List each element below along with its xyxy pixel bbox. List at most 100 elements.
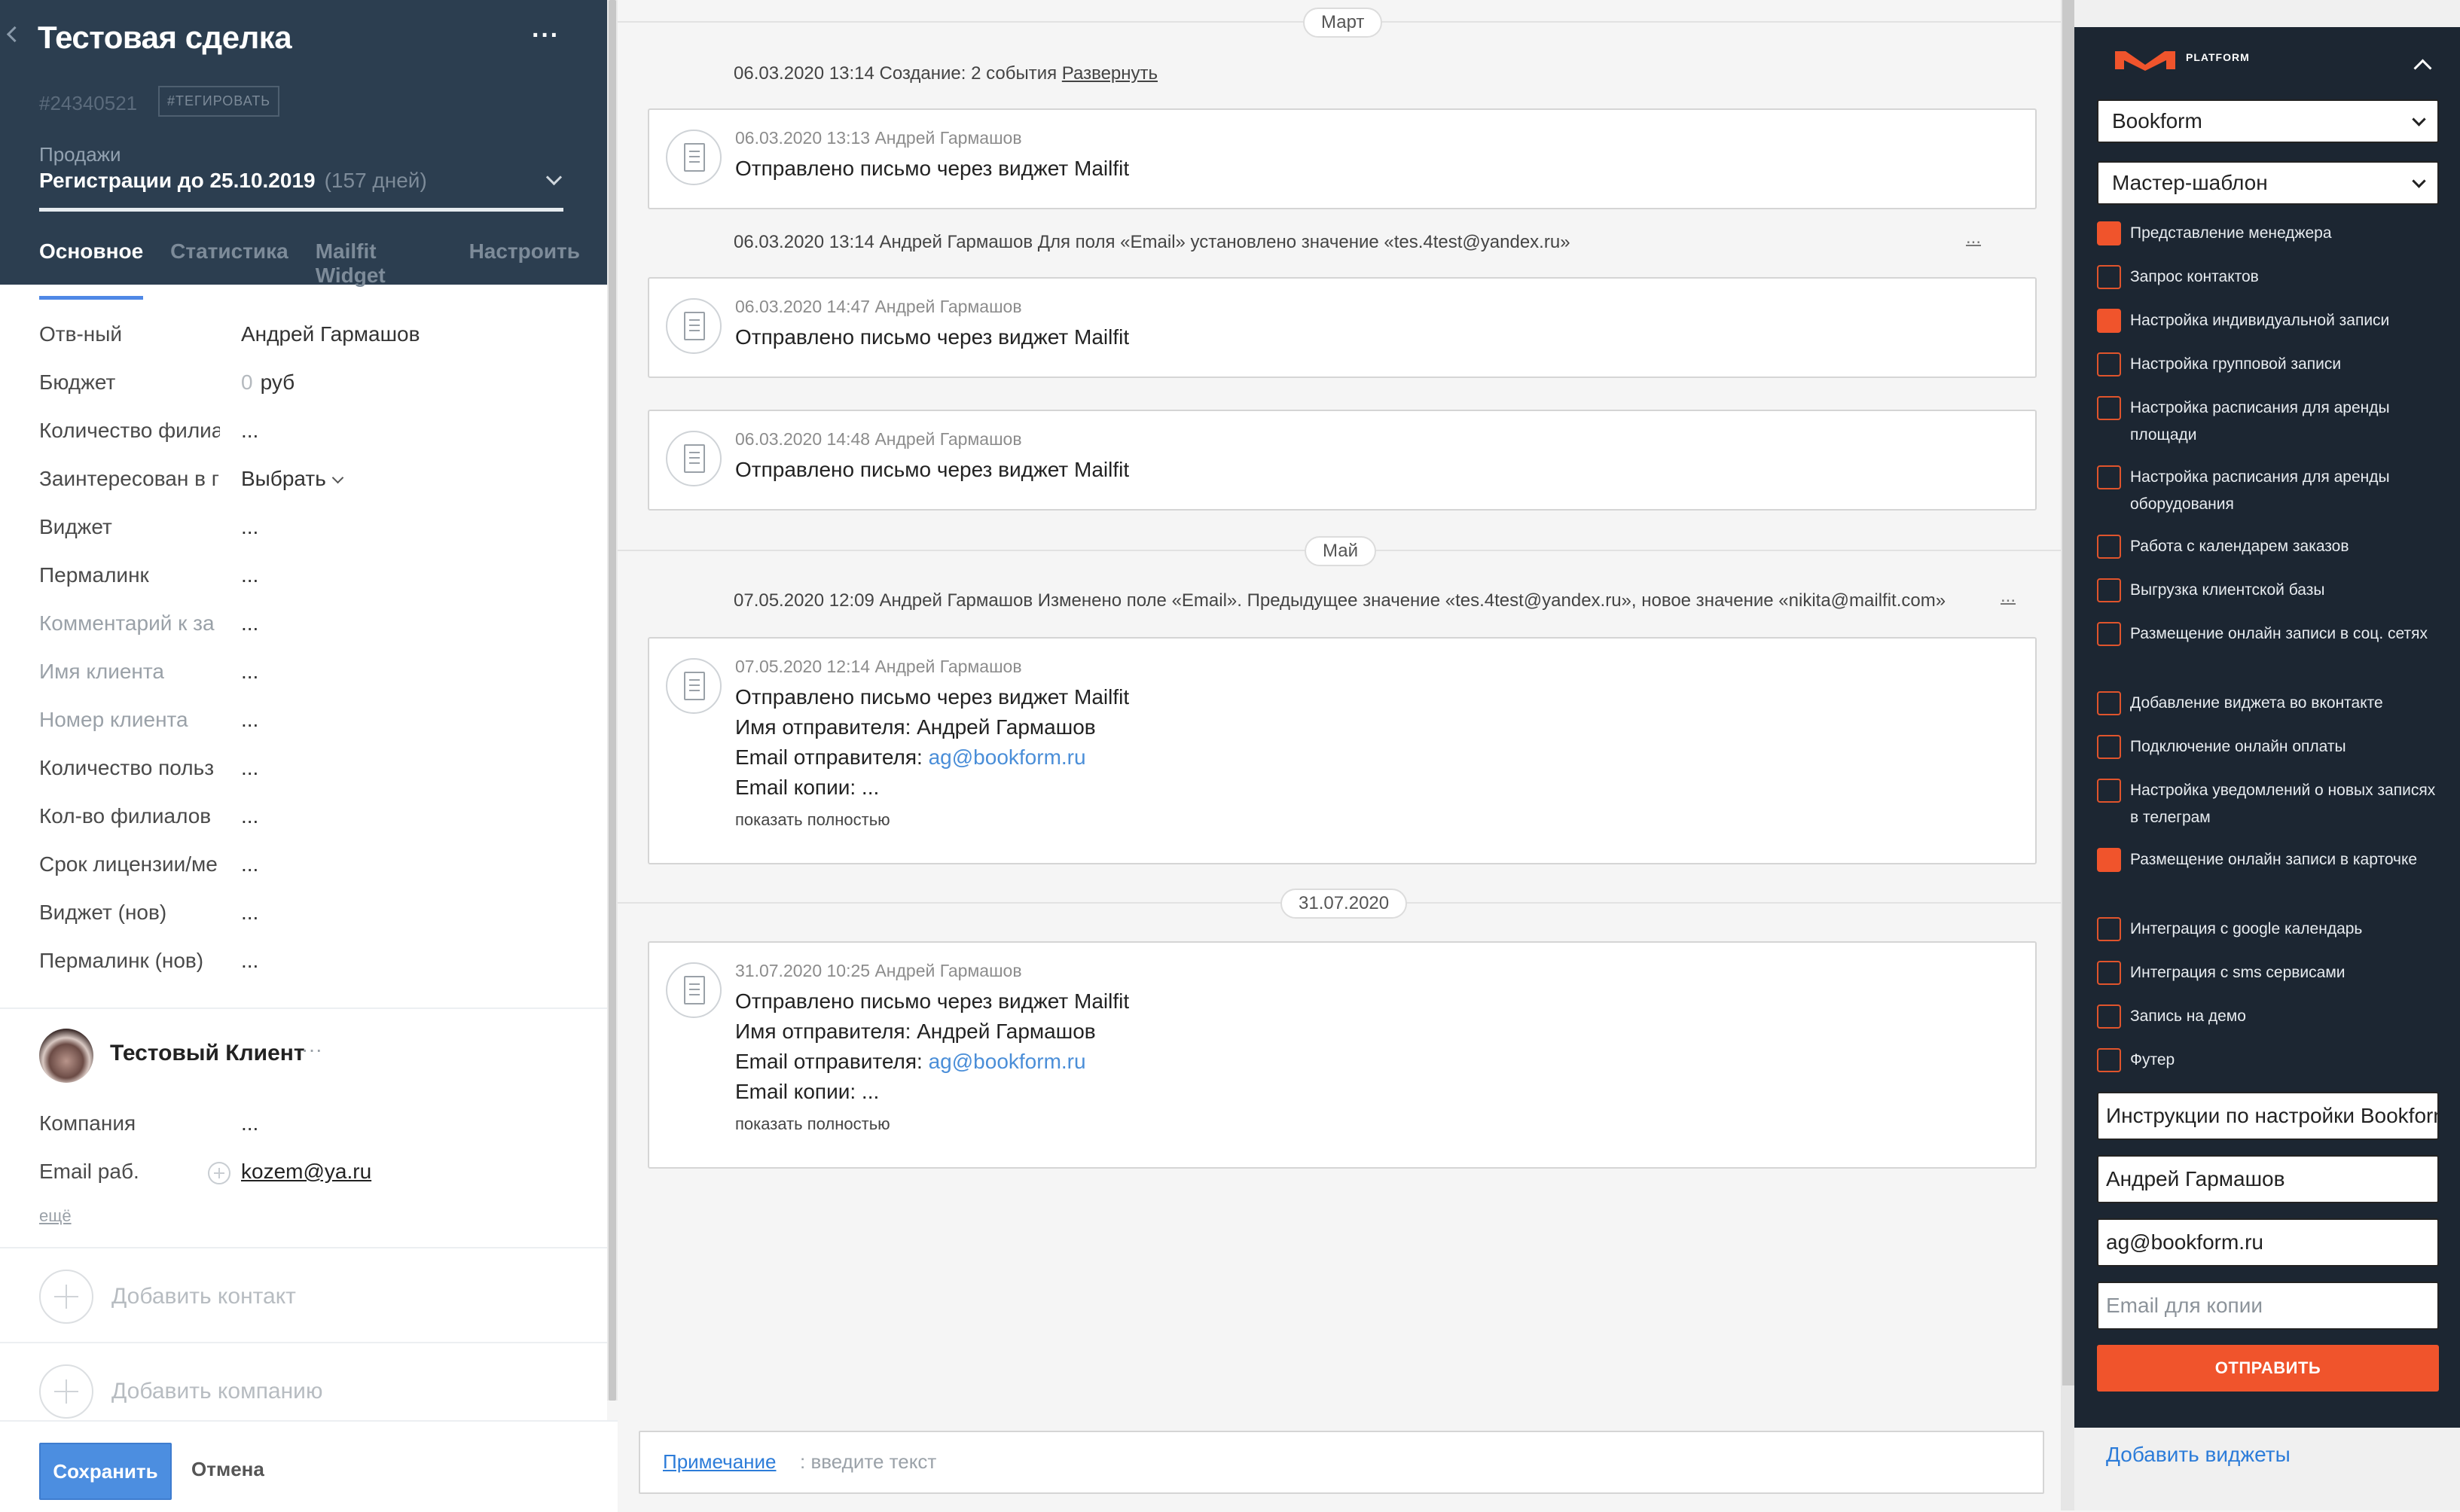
tag-button[interactable]: #ТЕГИРОВАТЬ: [158, 86, 280, 117]
sender-name-input[interactable]: Андрей Гармашов: [2097, 1155, 2439, 1203]
sender-email-input[interactable]: ag@bookform.ru: [2097, 1218, 2439, 1267]
checkbox[interactable]: [2097, 221, 2121, 245]
scrollbar-thumb[interactable]: [609, 0, 616, 1401]
field-value[interactable]: ...: [241, 804, 258, 828]
budget-amount[interactable]: 0: [241, 370, 253, 394]
project-select[interactable]: Bookform: [2097, 99, 2439, 143]
expand-link[interactable]: Развернуть: [1062, 63, 1158, 84]
checkbox[interactable]: [2097, 396, 2121, 420]
template-select[interactable]: Мастер-шаблон: [2097, 161, 2439, 205]
deal-menu-dots-icon[interactable]: ···: [532, 21, 560, 50]
checklist-item[interactable]: Представление менеджера: [2097, 220, 2439, 247]
tab-0[interactable]: Основное: [39, 239, 144, 300]
checklist-item[interactable]: Настройка расписания для аренды оборудов…: [2097, 464, 2439, 518]
checklist-item[interactable]: Настройка индивидуальной записи: [2097, 307, 2439, 334]
document-icon: [666, 130, 722, 185]
checkbox[interactable]: [2097, 917, 2121, 941]
deal-title[interactable]: Тестовая сделка: [38, 20, 292, 56]
checklist-item[interactable]: Настройка групповой записи: [2097, 351, 2439, 378]
tab-3[interactable]: Настроить: [469, 239, 580, 300]
avatar[interactable]: [39, 1029, 93, 1083]
pipeline-stage-select[interactable]: Регистрации до 25.10.2019 (157 дней): [39, 169, 427, 193]
checklist-item[interactable]: Размещение онлайн записи в карточке: [2097, 846, 2439, 873]
more-fields-link[interactable]: ещё: [39, 1206, 72, 1226]
event-more-dots[interactable]: ...: [2001, 586, 2016, 607]
email-value[interactable]: kozem@ya.ru: [241, 1160, 371, 1184]
checkbox[interactable]: [2097, 309, 2121, 333]
checkbox[interactable]: [2097, 735, 2121, 759]
checklist-item[interactable]: Интеграция с google календарь: [2097, 916, 2439, 943]
checklist-item[interactable]: Подключение онлайн оплаты: [2097, 733, 2439, 761]
sender-email-link[interactable]: ag@bookform.ru: [929, 745, 1086, 769]
event-more-dots[interactable]: ...: [1966, 227, 1981, 248]
show-more-link[interactable]: показать полностью: [735, 809, 1129, 831]
field-row: Пермалинк (нов)...: [39, 937, 581, 985]
field-value[interactable]: ...: [241, 660, 258, 684]
checkbox[interactable]: [2097, 265, 2121, 289]
checkbox[interactable]: [2097, 1048, 2121, 1072]
checkbox[interactable]: [2097, 779, 2121, 803]
contact-name[interactable]: Тестовый Клиент: [110, 1041, 305, 1066]
field-value[interactable]: ...: [241, 611, 258, 636]
field-value[interactable]: ...: [241, 1111, 258, 1136]
field-label: Имя клиента: [39, 660, 164, 683]
field-value[interactable]: ...: [241, 515, 258, 539]
copy-email-input[interactable]: Email для копии: [2097, 1282, 2439, 1330]
field-value[interactable]: ...: [241, 756, 258, 780]
chevron-down-icon[interactable]: [545, 169, 563, 186]
add-email-plus-icon[interactable]: [208, 1162, 230, 1184]
contact-fields: Компания ... Email раб. kozem@ya.ru: [39, 1099, 581, 1196]
month-label: 31.07.2020: [1280, 889, 1408, 919]
field-value[interactable]: Андрей Гармашов: [241, 322, 420, 346]
show-more-link[interactable]: показать полностью: [735, 1113, 1129, 1136]
checklist-item[interactable]: Футер: [2097, 1047, 2439, 1074]
checkbox[interactable]: [2097, 1004, 2121, 1029]
field-value[interactable]: ...: [241, 419, 258, 443]
checkbox[interactable]: [2097, 578, 2121, 602]
add-company-button[interactable]: Добавить компанию: [39, 1364, 322, 1419]
checklist-item[interactable]: Интеграция с sms сервисами: [2097, 959, 2439, 986]
field-value[interactable]: 0 руб: [241, 370, 295, 395]
checkbox[interactable]: [2097, 961, 2121, 985]
checkbox[interactable]: [2097, 535, 2121, 559]
subject-input[interactable]: Инструкции по настройки Bookform: [2097, 1092, 2439, 1140]
scrollbar-thumb[interactable]: [2062, 0, 2074, 1385]
checklist-label: Размещение онлайн записи в карточке: [2130, 851, 2418, 868]
field-value[interactable]: Выбрать: [241, 467, 344, 491]
checkbox[interactable]: [2097, 622, 2121, 646]
checkbox[interactable]: [2097, 691, 2121, 715]
add-widgets-link[interactable]: Добавить виджеты: [2106, 1443, 2291, 1467]
card-line: Отправлено письмо через виджет Mailfit: [735, 325, 1130, 349]
left-scrollbar[interactable]: [607, 0, 618, 1401]
checkbox[interactable]: [2097, 352, 2121, 376]
field-value[interactable]: ...: [241, 901, 258, 925]
tab-2[interactable]: Mailfit Widget: [316, 239, 442, 300]
checklist-item[interactable]: Добавление виджета во вконтакте: [2097, 690, 2439, 717]
add-contact-button[interactable]: Добавить контакт: [39, 1270, 296, 1324]
document-icon: [666, 298, 722, 354]
chevron-up-icon[interactable]: [2413, 59, 2432, 78]
back-arrow-icon[interactable]: [6, 26, 23, 43]
save-button[interactable]: Сохранить: [39, 1443, 172, 1500]
field-value[interactable]: ...: [241, 852, 258, 876]
checkbox[interactable]: [2097, 848, 2121, 872]
checklist-item[interactable]: Настройка расписания для аренды площади: [2097, 395, 2439, 449]
note-input[interactable]: Примечание : введите текст: [639, 1431, 2044, 1494]
contact-menu-dots-icon[interactable]: ···: [301, 1038, 322, 1062]
card-line: Email копии: ...: [735, 776, 880, 799]
checklist-item[interactable]: Запрос контактов: [2097, 264, 2439, 291]
field-value[interactable]: ...: [241, 708, 258, 732]
checklist-item[interactable]: Работа с календарем заказов: [2097, 533, 2439, 560]
field-value[interactable]: ...: [241, 563, 258, 587]
checklist-item[interactable]: Запись на демо: [2097, 1003, 2439, 1030]
checklist-item[interactable]: Настройка уведомлений о новых записях в …: [2097, 777, 2439, 831]
checklist-item[interactable]: Выгрузка клиентской базы: [2097, 577, 2439, 604]
sender-email-link[interactable]: ag@bookform.ru: [929, 1050, 1086, 1073]
note-type-link[interactable]: Примечание: [663, 1450, 777, 1474]
field-value[interactable]: ...: [241, 949, 258, 973]
cancel-button[interactable]: Отмена: [191, 1458, 264, 1481]
checklist-item[interactable]: Размещение онлайн записи в соц. сетях: [2097, 620, 2439, 648]
tab-1[interactable]: Статистика: [170, 239, 288, 300]
send-button[interactable]: ОТПРАВИТЬ: [2097, 1345, 2439, 1392]
checkbox[interactable]: [2097, 465, 2121, 489]
